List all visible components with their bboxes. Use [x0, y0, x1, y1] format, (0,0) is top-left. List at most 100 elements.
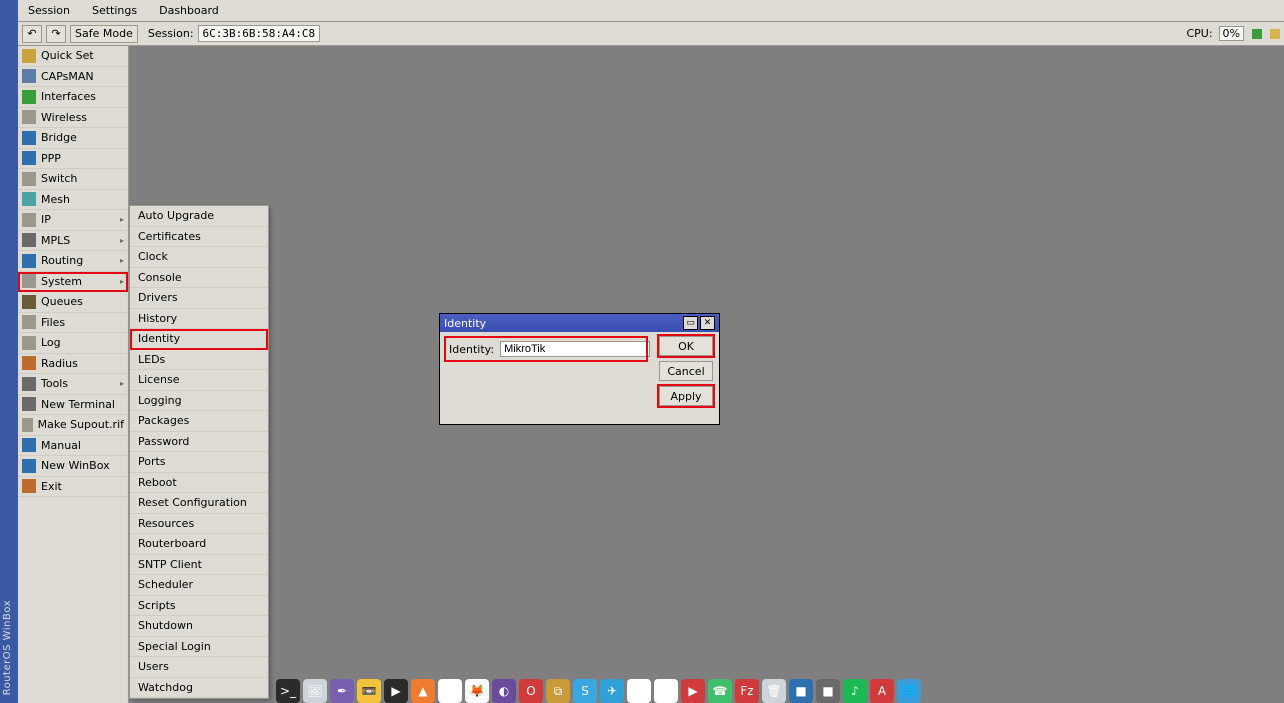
submenu-item-packages[interactable]: Packages [130, 411, 268, 432]
sidebar-icon [22, 213, 36, 227]
menu-dashboard[interactable]: Dashboard [153, 2, 225, 19]
dock-whatsapp-icon[interactable]: ☎ [708, 679, 732, 703]
submenu-item-console[interactable]: Console [130, 268, 268, 289]
submenu-item-history[interactable]: History [130, 309, 268, 330]
submenu-item-reboot[interactable]: Reboot [130, 473, 268, 494]
sidebar-item-tools[interactable]: Tools▸ [18, 374, 128, 395]
toolbar: ↶ ↷ Safe Mode Session: 6C:3B:6B:58:A4:C8… [18, 22, 1284, 46]
sidebar-item-label: Log [41, 336, 124, 349]
sidebar-item-label: New Terminal [41, 398, 124, 411]
sidebar-item-new-terminal[interactable]: New Terminal [18, 395, 128, 416]
submenu-item-certificates[interactable]: Certificates [130, 227, 268, 248]
submenu-item-password[interactable]: Password [130, 432, 268, 453]
sidebar-item-queues[interactable]: Queues [18, 292, 128, 313]
dialog-titlebar[interactable]: Identity ▭ ✕ [440, 314, 719, 332]
sidebar-item-ppp[interactable]: PPP [18, 149, 128, 170]
dock-firefox-icon[interactable]: 🦊 [465, 679, 489, 703]
submenu-item-shutdown[interactable]: Shutdown [130, 616, 268, 637]
menu-session[interactable]: Session [22, 2, 76, 19]
cancel-button[interactable]: Cancel [659, 361, 713, 381]
identity-input[interactable] [500, 341, 650, 357]
submenu-item-ports[interactable]: Ports [130, 452, 268, 473]
dock-cassette-icon[interactable]: 📼 [357, 679, 381, 703]
dock-chrome-icon[interactable]: ◉ [438, 679, 462, 703]
sidebar-item-mesh[interactable]: Mesh [18, 190, 128, 211]
menu-settings[interactable]: Settings [86, 2, 143, 19]
sidebar-item-label: Switch [41, 172, 124, 185]
dock-gmail-icon[interactable]: ✉ [627, 679, 651, 703]
minimize-icon[interactable]: ▭ [683, 316, 698, 330]
sidebar-item-label: Files [41, 316, 124, 329]
dock-plex-icon[interactable]: ▶ [384, 679, 408, 703]
sidebar-item-quick-set[interactable]: Quick Set [18, 46, 128, 67]
dock-opera-icon[interactable]: O [519, 679, 543, 703]
sidebar-item-exit[interactable]: Exit [18, 477, 128, 498]
sidebar-item-switch[interactable]: Switch [18, 169, 128, 190]
dock-app-blue-icon[interactable]: ■ [789, 679, 813, 703]
sidebar-item-label: MPLS [41, 234, 115, 247]
sidebar-icon [22, 49, 36, 63]
sidebar-item-routing[interactable]: Routing▸ [18, 251, 128, 272]
dock-trash-icon[interactable]: 🗑 [762, 679, 786, 703]
submenu-item-scheduler[interactable]: Scheduler [130, 575, 268, 596]
sidebar-item-new-winbox[interactable]: New WinBox [18, 456, 128, 477]
dock-virtualbox-icon[interactable]: ⧉ [546, 679, 570, 703]
dock-vlc-icon[interactable]: ▲ [411, 679, 435, 703]
sidebar-item-interfaces[interactable]: Interfaces [18, 87, 128, 108]
submenu-item-special-login[interactable]: Special Login [130, 637, 268, 658]
close-icon[interactable]: ✕ [700, 316, 715, 330]
redo-button[interactable]: ↷ [46, 25, 66, 43]
ok-button[interactable]: OK [659, 336, 713, 356]
chevron-right-icon: ▸ [120, 379, 124, 388]
sidebar-item-make-supout-rif[interactable]: Make Supout.rif [18, 415, 128, 436]
sidebar-item-label: Exit [41, 480, 124, 493]
dock-pdf-icon[interactable]: A [870, 679, 894, 703]
sidebar-item-label: Routing [41, 254, 115, 267]
sidebar-item-bridge[interactable]: Bridge [18, 128, 128, 149]
dock-youtube-icon[interactable]: ▶ [681, 679, 705, 703]
submenu-item-routerboard[interactable]: Routerboard [130, 534, 268, 555]
sidebar-icon [22, 479, 36, 493]
submenu-item-users[interactable]: Users [130, 657, 268, 678]
system-submenu: Auto UpgradeCertificatesClockConsoleDriv… [129, 205, 269, 699]
submenu-item-auto-upgrade[interactable]: Auto Upgrade [130, 206, 268, 227]
dock-drive-icon[interactable]: ▲ [654, 679, 678, 703]
submenu-item-watchdog[interactable]: Watchdog [130, 678, 268, 699]
dock-skype-icon[interactable]: S [573, 679, 597, 703]
submenu-item-clock[interactable]: Clock [130, 247, 268, 268]
submenu-item-reset-configuration[interactable]: Reset Configuration [130, 493, 268, 514]
sidebar-item-radius[interactable]: Radius [18, 354, 128, 375]
dock-globe-icon[interactable]: 🌐 [897, 679, 921, 703]
sidebar-item-capsman[interactable]: CAPsMAN [18, 67, 128, 88]
submenu-item-resources[interactable]: Resources [130, 514, 268, 535]
dock-image-viewer-icon[interactable]: 🖼 [303, 679, 327, 703]
undo-button[interactable]: ↶ [22, 25, 42, 43]
submenu-item-leds[interactable]: LEDs [130, 350, 268, 371]
dock-feather-icon[interactable]: ✒ [330, 679, 354, 703]
sidebar-item-label: Mesh [41, 193, 124, 206]
submenu-item-scripts[interactable]: Scripts [130, 596, 268, 617]
apply-button[interactable]: Apply [659, 386, 713, 406]
sidebar-item-label: Bridge [41, 131, 124, 144]
sidebar-item-wireless[interactable]: Wireless [18, 108, 128, 129]
sidebar-item-manual[interactable]: Manual [18, 436, 128, 457]
dock-tor-icon[interactable]: ◐ [492, 679, 516, 703]
sidebar-item-mpls[interactable]: MPLS▸ [18, 231, 128, 252]
safe-mode-button[interactable]: Safe Mode [70, 25, 138, 43]
sidebar-item-system[interactable]: System▸ [18, 272, 128, 293]
identity-field-row: Identity: [446, 338, 646, 360]
submenu-item-identity[interactable]: Identity [130, 329, 268, 350]
sidebar-item-files[interactable]: Files [18, 313, 128, 334]
sidebar-item-ip[interactable]: IP▸ [18, 210, 128, 231]
submenu-item-drivers[interactable]: Drivers [130, 288, 268, 309]
submenu-item-logging[interactable]: Logging [130, 391, 268, 412]
submenu-item-sntp-client[interactable]: SNTP Client [130, 555, 268, 576]
sidebar-item-log[interactable]: Log [18, 333, 128, 354]
chevron-right-icon: ▸ [120, 277, 124, 286]
dock-app-gray-icon[interactable]: ■ [816, 679, 840, 703]
dock-telegram-icon[interactable]: ✈ [600, 679, 624, 703]
dock-spotify-icon[interactable]: ♪ [843, 679, 867, 703]
dock-filezilla-icon[interactable]: Fz [735, 679, 759, 703]
submenu-item-license[interactable]: License [130, 370, 268, 391]
dock-terminal-icon[interactable]: >_ [276, 679, 300, 703]
